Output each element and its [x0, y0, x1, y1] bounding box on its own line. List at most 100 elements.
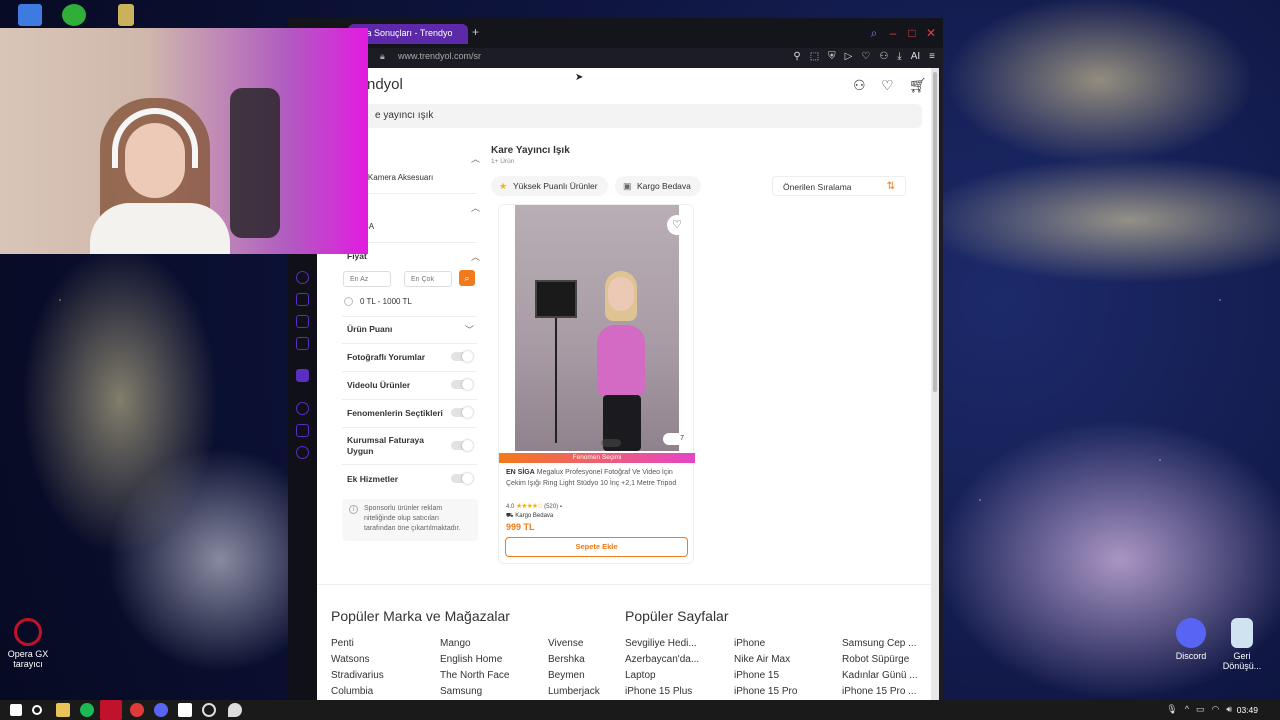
footer-page-link[interactable]: iPhone 15: [734, 670, 779, 681]
footer-page-link[interactable]: iPhone: [734, 638, 765, 649]
shield-icon[interactable]: ⛨: [828, 51, 836, 62]
sidebar-m-icon[interactable]: [296, 337, 309, 350]
footer-brand-link[interactable]: Watsons: [331, 654, 370, 665]
sidebar-twitch-icon[interactable]: [296, 369, 309, 382]
minimize-icon[interactable]: –: [886, 26, 900, 40]
chevron-up-icon[interactable]: ︿: [471, 152, 480, 165]
sidebar-settings-icon[interactable]: [296, 446, 309, 459]
footer-brand-link[interactable]: Vivense: [548, 638, 583, 649]
page-scrollbar[interactable]: [931, 68, 939, 700]
footer-page-link[interactable]: iPhone 15 Pro ...: [842, 686, 917, 697]
play-icon[interactable]: ▷: [845, 51, 853, 62]
file-explorer-icon[interactable]: [56, 703, 70, 717]
close-icon[interactable]: ✕: [924, 26, 938, 40]
desktop-icon-tree[interactable]: [62, 4, 86, 26]
chevron-up-icon[interactable]: ︿: [471, 250, 480, 263]
heart-icon[interactable]: ♡: [861, 51, 870, 62]
desktop-icon-computer[interactable]: [18, 4, 42, 26]
mic-icon[interactable]: 🎙︎: [1166, 704, 1177, 715]
footer-brand-link[interactable]: Penti: [331, 638, 354, 649]
desktop-icon-folder[interactable]: [118, 4, 134, 26]
toggle-extra-services[interactable]: [451, 473, 473, 484]
user-icon[interactable]: ⚇: [853, 78, 867, 92]
price-min-input[interactable]: [343, 271, 391, 287]
desktop-icon-opera-gx[interactable]: Opera GX tarayıcı: [0, 618, 56, 670]
wifi-icon[interactable]: ◠: [1211, 704, 1219, 715]
footer-page-link[interactable]: Sevgiliye Hedi...: [625, 638, 697, 649]
footer-brand-link[interactable]: Bershka: [548, 654, 585, 665]
footer-brand-link[interactable]: Samsung: [440, 686, 482, 697]
new-tab-icon[interactable]: +: [472, 25, 479, 39]
toggle-video-products[interactable]: [451, 379, 473, 390]
chevron-up-icon[interactable]: ^: [1185, 704, 1189, 715]
sidebar-extensions-icon[interactable]: [296, 424, 309, 437]
spotify-icon[interactable]: [80, 703, 94, 717]
add-to-cart-button[interactable]: Sepete Ekle: [505, 537, 688, 557]
footer-page-link[interactable]: Laptop: [625, 670, 656, 681]
site-logo[interactable]: ndyol: [367, 76, 403, 93]
network-icon[interactable]: ▭: [1196, 704, 1205, 715]
maximize-icon[interactable]: □: [905, 26, 919, 40]
search-input[interactable]: e yayıncı ışık: [347, 104, 922, 128]
sidebar-image-icon[interactable]: [296, 315, 309, 328]
chip-free-cargo[interactable]: ▣ Kargo Bedava: [615, 176, 701, 196]
opera-gx-taskbar-icon[interactable]: [100, 700, 122, 720]
cart-icon[interactable]: 🛒︎: [909, 78, 927, 92]
chevron-up-icon[interactable]: ︿: [471, 201, 480, 214]
footer-page-link[interactable]: Nike Air Max: [734, 654, 790, 665]
filter-rating-heading[interactable]: Ürün Puanı: [347, 324, 392, 334]
discord-taskbar-icon[interactable]: [154, 703, 168, 717]
desktop-icon-discord[interactable]: Discord: [1163, 618, 1219, 662]
search-icon[interactable]: ⌕: [867, 26, 881, 41]
footer-brand-link[interactable]: Lumberjack: [548, 686, 600, 697]
account-icon[interactable]: ⚇: [879, 51, 888, 62]
price-max-input[interactable]: [404, 271, 452, 287]
address-bar[interactable]: 🔒︎ www.trendyol.com/sr ⚲ ⬚ ⛨ ▷ ♡ ⚇ ⤓ AI …: [288, 48, 943, 68]
volume-icon[interactable]: 🔊︎: [1226, 704, 1232, 715]
toggle-influencer-picks[interactable]: [451, 407, 473, 418]
menu-icon[interactable]: ≡: [929, 51, 935, 62]
windows-start-icon[interactable]: [10, 704, 22, 716]
footer-brand-link[interactable]: The North Face: [440, 670, 509, 681]
taskbar-clock[interactable]: 03:49: [1237, 705, 1258, 715]
pin-icon[interactable]: ⚲: [793, 51, 800, 62]
app-red-icon[interactable]: [130, 703, 144, 717]
product-image[interactable]: [515, 205, 679, 451]
app-location-icon[interactable]: [228, 703, 242, 717]
taskbar-search-icon[interactable]: [32, 705, 42, 715]
app-e-icon[interactable]: [178, 703, 192, 717]
footer-brand-link[interactable]: Mango: [440, 638, 471, 649]
product-title[interactable]: EN SİGA Megalux Profesyonel Fotoğraf Ve …: [506, 467, 690, 489]
price-range-radio[interactable]: [344, 297, 353, 306]
footer-page-link[interactable]: Samsung Cep ...: [842, 638, 916, 649]
toggle-corporate-invoice[interactable]: [451, 440, 473, 451]
desktop-icon-recycle-bin[interactable]: Geri Dönüşü...: [1214, 618, 1270, 672]
footer-brand-link[interactable]: English Home: [440, 654, 502, 665]
chip-top-rated[interactable]: ★ Yüksek Puanlı Ürünler: [491, 176, 608, 196]
footer-page-link[interactable]: Kadınlar Günü ...: [842, 670, 918, 681]
footer-page-link[interactable]: iPhone 15 Plus: [625, 686, 692, 697]
ai-button[interactable]: AI: [911, 51, 920, 62]
snapshot-icon[interactable]: ⬚: [810, 51, 819, 62]
sidebar-refresh-icon[interactable]: [296, 271, 309, 284]
image-pagination-dots[interactable]: [601, 439, 621, 447]
footer-brand-link[interactable]: Beymen: [548, 670, 585, 681]
price-range-label[interactable]: 0 TL - 1000 TL: [360, 297, 412, 306]
product-card[interactable]: ♡ 7 Fenomen Seçimi EN SİGA Megalux Profe…: [498, 204, 695, 564]
footer-page-link[interactable]: Azerbaycan'da...: [625, 654, 699, 665]
sort-dropdown[interactable]: Önerilen Sıralama ⇅: [772, 176, 906, 196]
footer-brand-link[interactable]: Columbia: [331, 686, 373, 697]
favorites-icon[interactable]: ♡: [881, 78, 895, 92]
download-icon[interactable]: ⤓: [897, 51, 901, 62]
footer-brand-link[interactable]: Stradivarius: [331, 670, 384, 681]
favorite-heart-icon[interactable]: ♡: [667, 215, 687, 235]
toggle-photo-reviews[interactable]: [451, 351, 473, 362]
footer-page-link[interactable]: iPhone 15 Pro: [734, 686, 797, 697]
url-text[interactable]: www.trendyol.com/sr: [398, 51, 481, 61]
app-clock-icon[interactable]: [202, 703, 216, 717]
scrollbar-thumb[interactable]: [933, 72, 937, 392]
sidebar-store-icon[interactable]: [296, 293, 309, 306]
sidebar-history-icon[interactable]: [296, 402, 309, 415]
price-search-button[interactable]: ⌕: [459, 270, 475, 286]
footer-page-link[interactable]: Robot Süpürge: [842, 654, 909, 665]
